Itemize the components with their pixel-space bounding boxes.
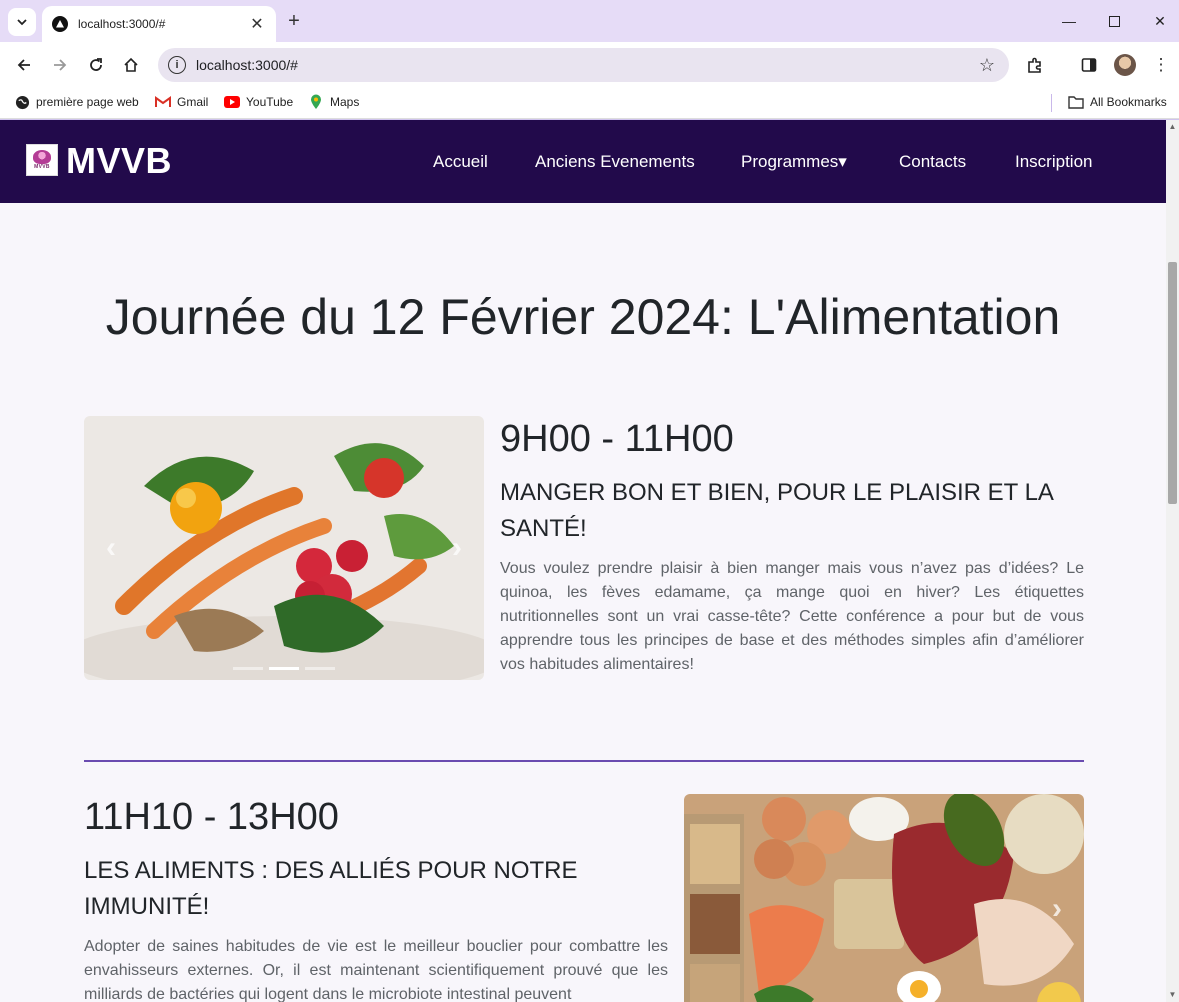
page-scrollbar[interactable]: ▲ ▼ <box>1166 120 1179 1002</box>
carousel-indicator[interactable] <box>233 667 263 670</box>
browser-tab[interactable]: localhost:3000/# ✕ <box>42 6 276 42</box>
site-navbar: MVVB MVVB Accueil Anciens Evenements Pro… <box>0 120 1166 203</box>
all-bookmarks-label: All Bookmarks <box>1090 95 1167 109</box>
bookmark-label: YouTube <box>246 95 294 109</box>
brand-logo-icon[interactable]: MVVB <box>26 144 58 176</box>
vegetables-image <box>84 416 484 680</box>
profile-avatar[interactable] <box>1114 54 1136 76</box>
carousel-next-icon[interactable]: › <box>1052 892 1062 926</box>
carousel-prev-icon[interactable]: ‹ <box>106 531 116 565</box>
extensions-puzzle-icon[interactable] <box>1022 52 1048 78</box>
session-time: 9H00 - 11H00 <box>500 418 734 460</box>
url-text: localhost:3000/# <box>196 57 298 73</box>
session-title: LES ALIMENTS : DES ALLIÉS POUR NOTRE IMM… <box>84 857 578 920</box>
session-description: Adopter de saines habitudes de vie est l… <box>84 938 668 1002</box>
tab-search-button[interactable] <box>8 8 36 36</box>
carousel-next-icon[interactable]: › <box>452 531 462 565</box>
bookmark-label: première page web <box>36 95 139 109</box>
nav-programmes-dropdown[interactable]: Programmes▾ <box>741 152 847 172</box>
tab-strip: localhost:3000/# ✕ + — ✕ <box>0 0 1179 42</box>
folder-icon <box>1068 94 1084 110</box>
bookmarks-separator <box>1051 94 1052 112</box>
vegetables-carousel[interactable]: ‹ › <box>84 416 484 680</box>
nav-contacts[interactable]: Contacts <box>899 152 966 172</box>
page-viewport: MVVB MVVB Accueil Anciens Evenements Pro… <box>0 120 1166 1002</box>
address-bar[interactable]: i localhost:3000/# ☆ <box>158 48 1009 82</box>
bookmark-youtube[interactable]: YouTube <box>224 94 293 110</box>
bookmark-maps[interactable]: Maps <box>308 94 359 110</box>
forward-arrow-icon[interactable] <box>47 52 73 78</box>
bookmark-premiere-page-web[interactable]: première page web <box>14 94 139 110</box>
menu-kebab-icon[interactable]: ⋮ <box>1148 52 1174 78</box>
section-divider <box>84 760 1084 762</box>
close-tab-icon[interactable]: ✕ <box>248 14 266 34</box>
session-1-text: 9H00 - 11H00 MANGER BON ET BIEN, POUR LE… <box>500 418 1084 677</box>
bookmarks-bar: première page web Gmail YouTube Maps All… <box>0 87 1179 119</box>
session-description: Vous voulez prendre plaisir à bien mange… <box>500 560 1084 673</box>
session-time: 11H10 - 13H00 <box>84 796 339 838</box>
brand-name[interactable]: MVVB <box>66 140 172 182</box>
nav-anciens-evenements[interactable]: Anciens Evenements <box>535 152 695 172</box>
home-icon[interactable] <box>118 52 144 78</box>
foods-image <box>684 794 1084 1002</box>
nav-accueil[interactable]: Accueil <box>433 152 488 172</box>
globe-icon <box>14 94 30 110</box>
close-window-icon[interactable]: ✕ <box>1145 8 1175 34</box>
session-title: MANGER BON ET BIEN, POUR LE PLAISIR ET L… <box>500 479 1053 542</box>
all-bookmarks-button[interactable]: All Bookmarks <box>1068 94 1167 110</box>
triangle-favicon-icon <box>52 16 68 32</box>
back-arrow-icon[interactable] <box>11 52 37 78</box>
bookmark-label: Maps <box>330 95 360 109</box>
carousel-indicator-active[interactable] <box>269 667 299 670</box>
side-panel-icon[interactable] <box>1076 52 1102 78</box>
foods-carousel[interactable]: › <box>684 794 1084 1002</box>
session-2-text: 11H10 - 13H00 LES ALIMENTS : DES ALLIÉS … <box>84 796 668 1002</box>
carousel-indicator[interactable] <box>305 667 335 670</box>
bookmark-gmail[interactable]: Gmail <box>155 94 208 110</box>
tab-title: localhost:3000/# <box>78 17 166 31</box>
scroll-down-icon[interactable]: ▼ <box>1166 988 1179 1002</box>
browser-toolbar: i localhost:3000/# ☆ ⋮ <box>0 42 1179 87</box>
site-info-icon[interactable]: i <box>168 56 186 74</box>
carousel-indicators <box>233 667 335 670</box>
bookmark-star-icon[interactable]: ☆ <box>979 55 995 76</box>
youtube-icon <box>224 94 240 110</box>
minimize-icon[interactable]: — <box>1054 8 1084 34</box>
maps-pin-icon <box>308 94 324 110</box>
reload-icon[interactable] <box>83 52 109 78</box>
scroll-thumb[interactable] <box>1168 262 1177 504</box>
page-title: Journée du 12 Février 2024: L'Alimentati… <box>105 289 1061 345</box>
scroll-up-icon[interactable]: ▲ <box>1166 120 1179 134</box>
chevron-down-icon <box>17 19 27 26</box>
maximize-icon[interactable] <box>1099 8 1129 34</box>
nav-inscription[interactable]: Inscription <box>1015 152 1092 172</box>
gmail-icon <box>155 94 171 110</box>
new-tab-button[interactable]: + <box>284 10 304 34</box>
bookmark-label: Gmail <box>177 95 209 109</box>
